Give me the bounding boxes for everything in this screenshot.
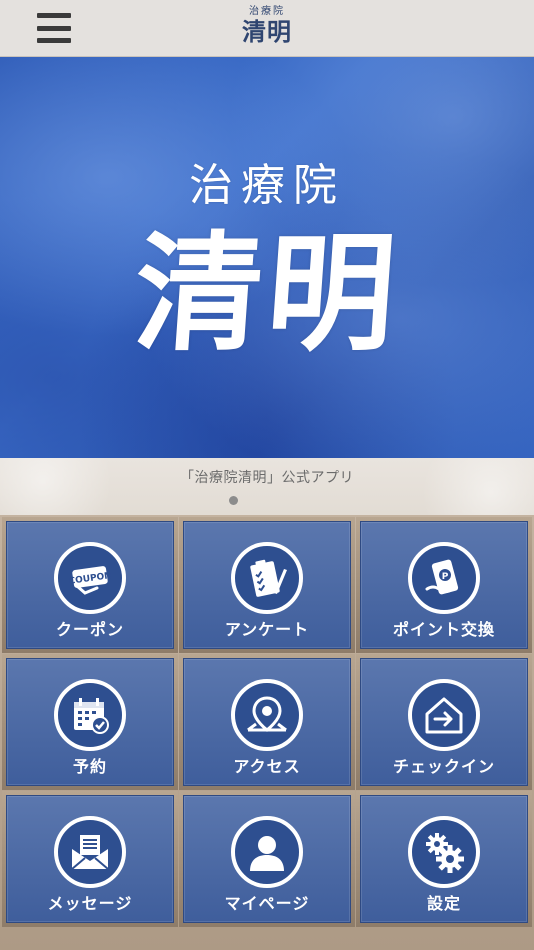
menu-label-access: アクセス	[233, 757, 301, 776]
menu-label-checkin: チェックイン	[392, 757, 495, 776]
menu-tile-points[interactable]: P ポイント交換	[356, 517, 532, 653]
app-header: 治療院 清明	[0, 0, 534, 57]
menu-tile-settings[interactable]: 設定	[356, 791, 532, 927]
header-logo-big: 清明	[242, 17, 292, 46]
menu-tile-access[interactable]: アクセス	[179, 654, 355, 790]
carousel-page-indicator[interactable]	[229, 496, 238, 505]
menu-tile-mypage[interactable]: マイページ	[179, 791, 355, 927]
envelope-message-icon	[54, 816, 126, 888]
menu-label-survey: アンケート	[224, 620, 310, 639]
check-in-house-icon	[408, 679, 480, 751]
map-pin-icon	[231, 679, 303, 751]
menu-tile-checkin[interactable]: チェックイン	[356, 654, 532, 790]
phone-points-icon: P	[408, 542, 480, 614]
menu-label-coupon: クーポン	[55, 620, 124, 639]
user-profile-icon	[231, 816, 303, 888]
header-logo: 治療院 清明	[226, 6, 308, 52]
hero-subtitle: 治療院	[189, 160, 345, 211]
hero-banner: 治療院 清明	[0, 57, 534, 458]
svg-text:P: P	[442, 572, 449, 582]
menu-label-points: ポイント交換	[392, 620, 495, 639]
caption-strip: 「治療院清明」公式アプリ	[0, 458, 534, 515]
menu-tile-survey[interactable]: アンケート	[179, 517, 355, 653]
menu-label-mypage: マイページ	[224, 894, 310, 913]
calendar-check-icon	[54, 679, 126, 751]
hamburger-menu-icon[interactable]	[34, 10, 74, 46]
menu-label-reservation: 予約	[72, 757, 107, 776]
gears-settings-icon	[408, 816, 480, 888]
menu-label-message: メッセージ	[47, 894, 133, 913]
clipboard-survey-icon	[231, 542, 303, 614]
menu-tile-message[interactable]: メッセージ	[2, 791, 178, 927]
menu-tile-coupon[interactable]: COUPON クーポン	[2, 517, 178, 653]
coupon-icon: COUPON	[54, 542, 126, 614]
hero-title: 清明	[129, 219, 405, 369]
menu-grid: COUPON クーポン アンケート P ポイント交換 予約 アクセス チェックイ…	[0, 515, 534, 950]
menu-tile-reservation[interactable]: 予約	[2, 654, 178, 790]
app-caption: 「治療院清明」公式アプリ	[180, 470, 354, 486]
menu-label-settings: 設定	[426, 894, 461, 913]
